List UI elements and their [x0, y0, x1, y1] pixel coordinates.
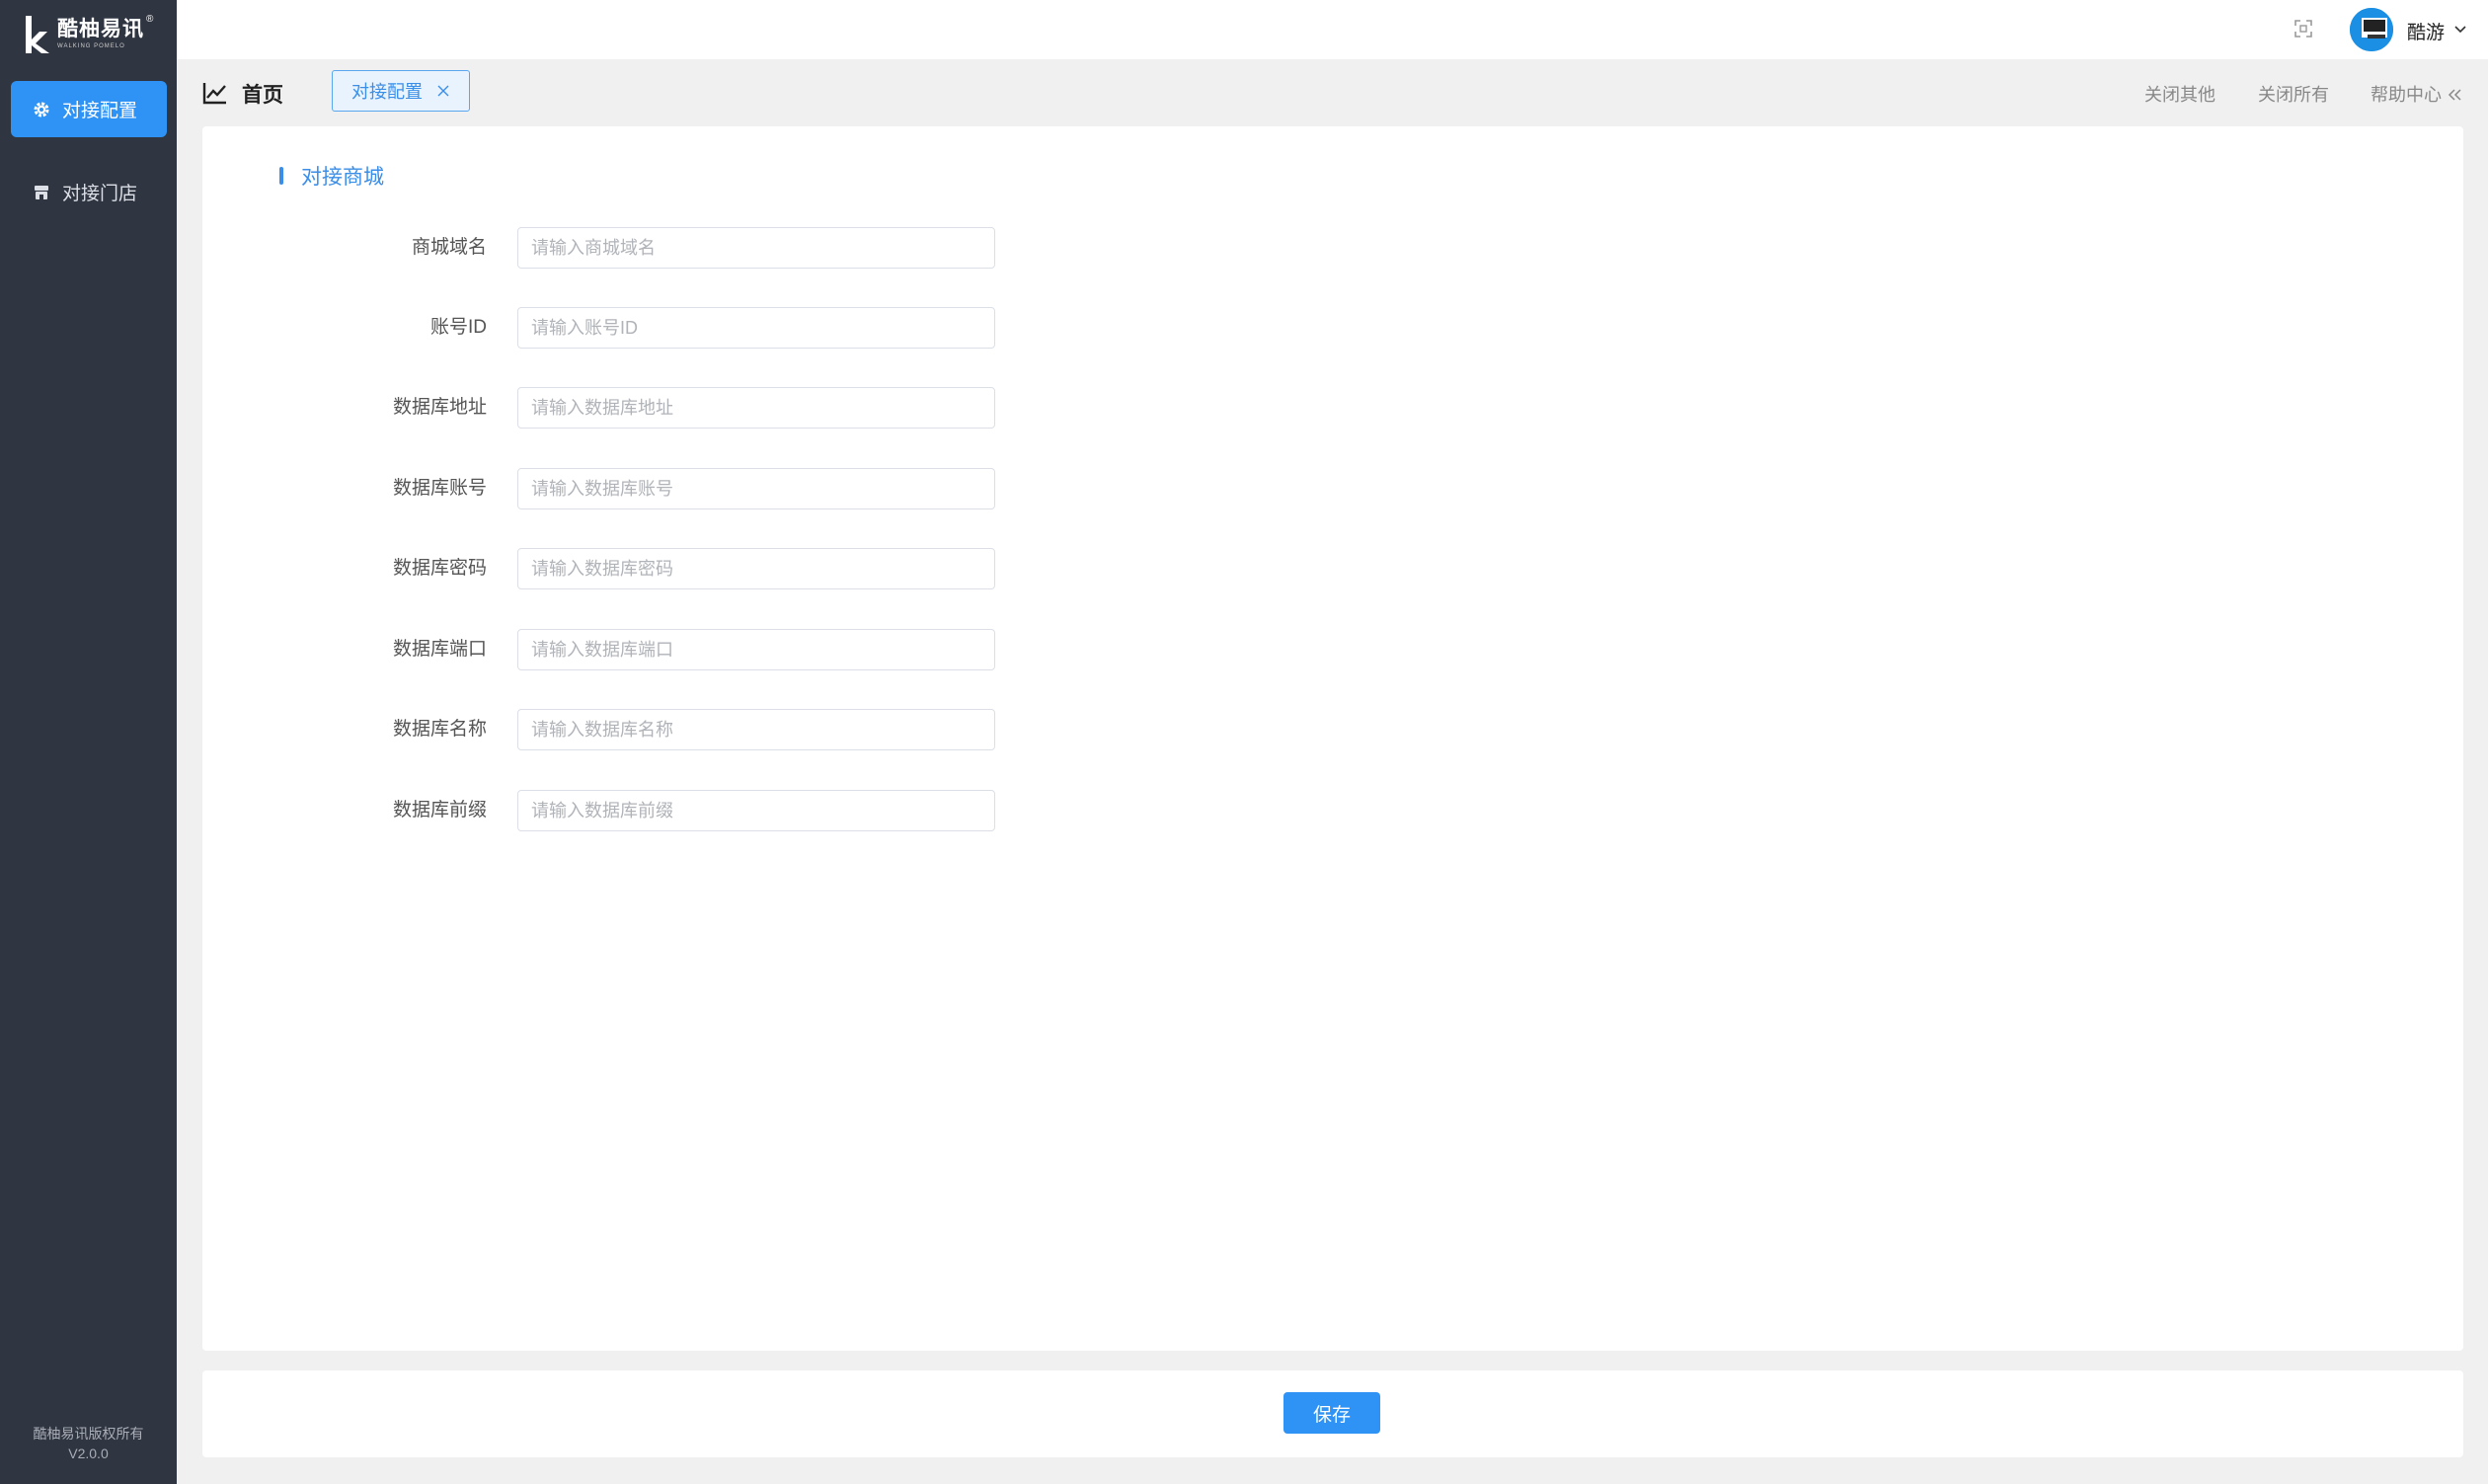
field-label: 数据库前缀 — [392, 800, 487, 820]
db-account-input[interactable] — [517, 468, 995, 509]
copyright: 酷柚易讯版权所有 V2.0.0 — [0, 1424, 177, 1463]
avatar-image — [2350, 8, 2393, 51]
help-center-link[interactable]: 帮助中心 — [2371, 81, 2462, 107]
registered-mark: ® — [146, 14, 154, 25]
help-center-label: 帮助中心 — [2371, 85, 2442, 105]
form-row-db-account: 数据库账号 — [202, 468, 1091, 509]
field-label: 数据库名称 — [392, 719, 487, 740]
tab-home-label: 首页 — [242, 84, 283, 107]
db-password-input[interactable] — [517, 548, 995, 589]
top-header — [177, 0, 2488, 59]
tab-dock-config[interactable]: 对接配置 — [332, 70, 470, 112]
section-title-bar — [279, 167, 283, 185]
chart-line-icon — [202, 83, 226, 105]
sidebar-item-dock-store[interactable]: 对接门店 — [11, 164, 167, 220]
double-chevron-left-icon — [2448, 89, 2461, 101]
sidebar-item-label: 对接门店 — [62, 184, 138, 204]
section-title-text: 对接商城 — [301, 166, 384, 189]
form-row-db-address: 数据库地址 — [202, 387, 1091, 429]
tab-label: 对接配置 — [351, 82, 423, 102]
form-row-mall-domain: 商城域名 — [202, 227, 1091, 269]
field-label: 数据库端口 — [392, 639, 487, 660]
db-port-input[interactable] — [517, 629, 995, 670]
close-icon[interactable] — [436, 84, 450, 98]
copyright-text: 酷柚易讯版权所有 — [33, 1426, 144, 1442]
brand-name: 酷柚易讯 — [57, 18, 144, 40]
form-row-db-prefix: 数据库前缀 — [202, 790, 1091, 831]
form-row-account-id: 账号ID — [202, 307, 1091, 349]
form-row-db-port: 数据库端口 — [202, 629, 1091, 670]
close-all-button[interactable]: 关闭所有 — [2258, 81, 2329, 107]
version-text: V2.0.0 — [68, 1445, 109, 1461]
close-others-button[interactable]: 关闭其他 — [2144, 81, 2216, 107]
db-name-input[interactable] — [517, 709, 995, 750]
field-label: 数据库密码 — [392, 558, 487, 579]
gear-icon — [33, 101, 50, 118]
form-row-db-name: 数据库名称 — [202, 709, 1091, 750]
db-address-input[interactable] — [517, 387, 995, 429]
username[interactable]: 酷游 — [2407, 18, 2445, 44]
fullscreen-icon[interactable] — [2293, 18, 2314, 39]
section-title: 对接商城 — [279, 164, 384, 189]
logo-icon — [26, 16, 49, 53]
brand-subtitle: WALKING POMELO — [57, 43, 125, 49]
sidebar: 酷柚易讯 WALKING POMELO ® 对接配置 对接门店 酷柚易讯版权所有… — [0, 0, 177, 1484]
store-icon — [33, 184, 50, 201]
field-label: 商城域名 — [411, 237, 487, 258]
field-label: 账号ID — [429, 317, 487, 338]
main-content: 对接商城 商城域名 账号ID 数据库地址 数据库账号 数据库密码 数据库端口 数… — [202, 126, 2463, 1351]
sidebar-item-label: 对接配置 — [62, 101, 138, 121]
footer-bar: 保存 — [202, 1370, 2463, 1457]
tab-home[interactable]: 首页 — [202, 79, 283, 109]
sidebar-item-dock-config[interactable]: 对接配置 — [11, 81, 167, 137]
form-row-db-password: 数据库密码 — [202, 548, 1091, 589]
chevron-down-icon[interactable] — [2452, 22, 2468, 38]
account-id-input[interactable] — [517, 307, 995, 349]
field-label: 数据库账号 — [392, 478, 487, 499]
save-button[interactable]: 保存 — [1283, 1392, 1380, 1434]
db-prefix-input[interactable] — [517, 790, 995, 831]
brand-logo[interactable]: 酷柚易讯 WALKING POMELO ® — [22, 14, 153, 55]
mall-domain-input[interactable] — [517, 227, 995, 269]
field-label: 数据库地址 — [392, 397, 487, 418]
avatar[interactable] — [2350, 8, 2393, 51]
